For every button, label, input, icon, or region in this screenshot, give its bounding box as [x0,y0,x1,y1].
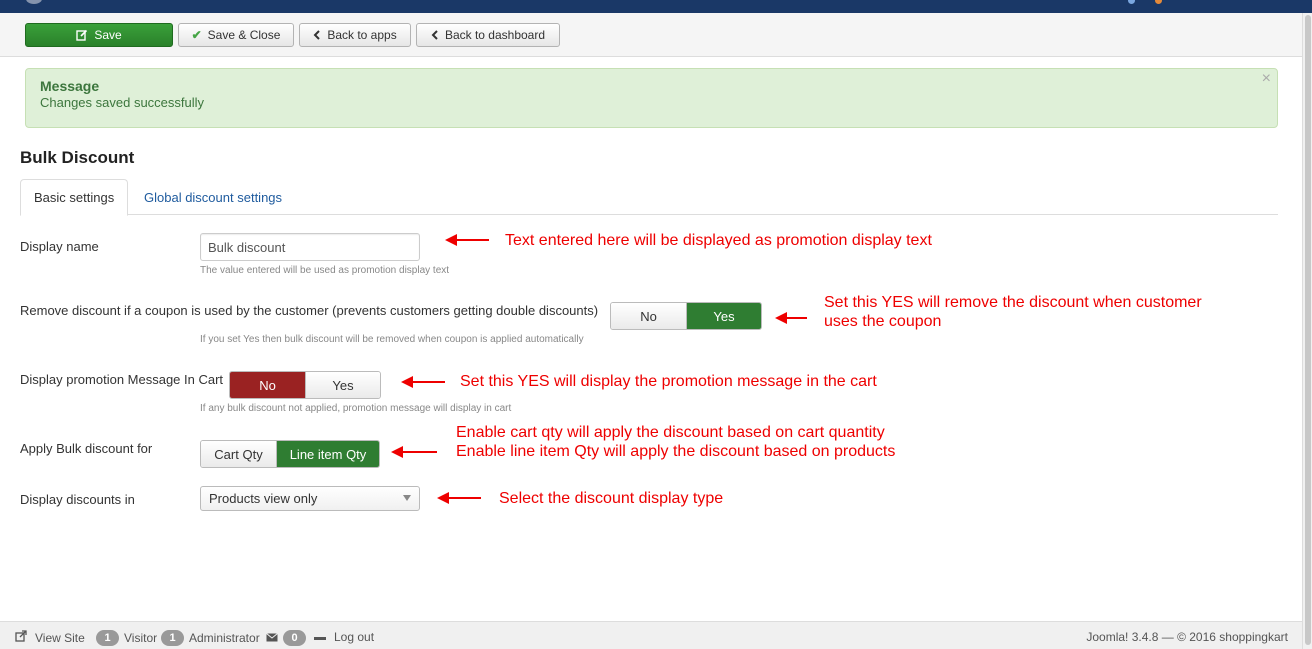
envelope-icon [266,631,278,645]
page-title: Bulk Discount [20,148,135,167]
display-in-selected-value: Products view only [209,491,318,506]
administrator-count: 1 Administrator [161,630,260,646]
annotation-arrow-icon [401,376,445,388]
remove-discount-no-button[interactable]: No [611,303,686,329]
admin-label: Administrator [189,631,260,645]
back-to-apps-label: Back to apps [327,28,397,42]
top-header-bar [0,0,1312,13]
chevron-left-icon [431,30,439,40]
admin-count-badge: 1 [161,630,184,646]
alert-title: Message [40,78,100,94]
remove-discount-label: Remove discount if a coupon is used by t… [20,303,599,318]
apply-for-label: Apply Bulk discount for [20,441,153,456]
back-to-apps-button[interactable]: Back to apps [299,23,411,47]
back-to-dashboard-label: Back to dashboard [444,28,546,42]
save-close-label: Save & Close [207,28,281,42]
remove-discount-toggle: No Yes [610,302,762,330]
display-promo-toggle: No Yes [229,371,381,399]
apply-for-toggle: Cart Qty Line item Qty [200,440,380,468]
annotation-remove-discount-line1: Set this YES will remove the discount wh… [824,294,1202,311]
display-promo-label: Display promotion Message In Cart [20,372,224,387]
close-icon[interactable]: × [1262,70,1271,88]
tab-basic-settings[interactable]: Basic settings [20,179,129,216]
remove-discount-help: If you set Yes then bulk discount will b… [200,334,584,345]
external-link-icon [15,630,27,645]
save-button-label: Save [94,28,122,42]
visitor-label: Visitor [124,631,158,645]
annotation-display-name: Text entered here will be displayed as p… [505,232,932,249]
alert-message: Changes saved successfully [40,95,205,110]
save-button[interactable]: Save [25,23,173,47]
view-site-label: View Site [35,630,85,645]
messages-count-badge: 0 [283,630,306,646]
annotation-display-promo: Set this YES will display the promotion … [460,373,877,390]
caret-down-icon [403,495,411,501]
minus-icon [314,630,326,644]
display-in-label: Display discounts in [20,492,135,507]
display-promo-help: If any bulk discount not applied, promot… [200,403,512,414]
display-promo-yes-button[interactable]: Yes [305,372,380,398]
annotation-apply-for-line1: Enable cart qty will apply the discount … [456,424,885,441]
annotation-arrow-icon [437,492,481,504]
status-bar: View Site 1 Visitor 1 Administrator 0 Lo… [0,621,1302,649]
annotation-display-in: Select the discount display type [499,490,724,507]
display-in-select[interactable]: Products view only [200,486,420,511]
check-icon: ✔ [191,28,202,42]
display-name-help: The value entered will be used as promot… [200,265,450,276]
vertical-scrollbar[interactable] [1302,13,1312,649]
back-to-dashboard-button[interactable]: Back to dashboard [416,23,560,47]
log-out-link[interactable]: Log out [314,630,374,644]
user-menu-icon[interactable] [1155,0,1162,4]
display-name-label: Display name [20,239,99,254]
view-site-link[interactable]: View Site [15,630,85,645]
cart-qty-button[interactable]: Cart Qty [201,441,276,467]
annotation-arrow-icon [391,446,437,458]
messages-link[interactable]: 0 [266,630,306,646]
version-copyright: Joomla! 3.4.8 — © 2016 shoppingkart [1086,630,1288,644]
edit-icon [76,29,88,41]
scrollbar-thumb[interactable] [1305,15,1311,645]
save-close-button[interactable]: ✔ Save & Close [178,23,294,47]
log-out-label: Log out [334,630,375,644]
notification-icon[interactable] [1128,0,1135,4]
joomla-logo-icon[interactable] [26,0,42,4]
tab-global-discount-settings[interactable]: Global discount settings [131,179,295,215]
annotation-apply-for-line2: Enable line item Qty will apply the disc… [456,443,896,460]
toolbar: Save ✔ Save & Close Back to apps Back to… [0,13,1302,57]
visitor-count-badge: 1 [96,630,119,646]
remove-discount-yes-button[interactable]: Yes [686,303,761,329]
line-item-qty-button[interactable]: Line item Qty [276,441,379,467]
display-name-input[interactable] [200,233,420,261]
display-promo-no-button[interactable]: No [230,372,305,398]
chevron-left-icon [313,30,321,40]
visitor-count: 1 Visitor [96,630,157,646]
settings-tabs: Basic settings Global discount settings [20,179,1278,216]
annotation-arrow-icon [445,234,489,246]
success-alert: Message Changes saved successfully × [25,68,1278,128]
annotation-remove-discount-line2: uses the coupon [824,313,942,330]
annotation-arrow-icon [775,312,807,324]
